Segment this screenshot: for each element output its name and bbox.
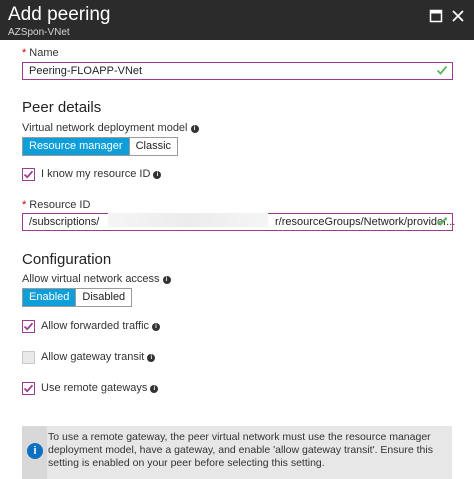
disabled-option[interactable]: Disabled [75, 289, 132, 306]
allow-vnet-access-label-text: Allow virtual network access [22, 273, 160, 285]
deployment-model-label: Virtual network deployment model i [22, 122, 199, 134]
maximize-icon[interactable] [429, 9, 443, 23]
resource-id-value-end: r/resourceGroups/Network/provider... [275, 216, 456, 228]
name-label: * Name [22, 47, 59, 59]
allow-vnet-access-label: Allow virtual network access i [22, 273, 171, 285]
check-icon [23, 322, 34, 331]
use-remote-gateways-label: Use remote gateways i [41, 382, 159, 394]
notice-text: To use a remote gateway, the peer virtua… [48, 431, 433, 469]
info-icon[interactable]: i [152, 323, 161, 331]
know-resource-id-label: I know my resource ID i [41, 168, 162, 180]
valid-check-icon [436, 65, 448, 75]
info-icon[interactable]: i [153, 171, 162, 179]
allow-gateway-transit-label: Allow gateway transit i [41, 351, 156, 363]
info-icon[interactable]: i [190, 125, 199, 133]
allow-gateway-transit-checkbox[interactable] [22, 351, 35, 364]
name-label-text: Name [29, 47, 59, 59]
valid-check-icon [436, 216, 448, 226]
remote-gateway-notice: i To use a remote gateway, the peer virt… [22, 426, 452, 479]
allow-forwarded-traffic-label-text: Allow forwarded traffic [41, 320, 150, 332]
info-icon: i [27, 443, 43, 459]
resource-id-label: * Resource ID [22, 199, 90, 211]
configuration-title: Configuration [22, 251, 112, 268]
resource-id-value-start: /subscriptions/ [29, 216, 100, 228]
know-resource-id-checkbox[interactable] [22, 168, 35, 181]
info-icon[interactable]: i [150, 385, 159, 393]
name-input[interactable]: Peering-FLOAPP-VNet [22, 62, 453, 80]
redacted-subscription-id [108, 213, 268, 227]
info-icon[interactable]: i [147, 354, 156, 362]
blade-header: Add peering AZSpon-VNet [0, 0, 474, 40]
use-remote-gateways-label-text: Use remote gateways [41, 382, 148, 394]
classic-option[interactable]: Classic [128, 138, 178, 155]
name-input-value: Peering-FLOAPP-VNet [29, 65, 143, 77]
required-marker: * [22, 47, 27, 59]
deployment-model-toggle: Resource manager Classic [22, 137, 179, 156]
resource-id-label-text: Resource ID [29, 199, 91, 211]
allow-forwarded-traffic-label: Allow forwarded traffic i [41, 320, 161, 332]
check-icon [23, 170, 34, 179]
allow-forwarded-traffic-checkbox[interactable] [22, 320, 35, 333]
check-icon [23, 384, 34, 393]
deployment-model-label-text: Virtual network deployment model [22, 122, 188, 134]
info-icon[interactable]: i [162, 276, 171, 284]
blade-subtitle: AZSpon-VNet [8, 27, 70, 38]
close-icon[interactable] [451, 9, 465, 23]
vnet-access-toggle: Enabled Disabled [22, 288, 133, 307]
use-remote-gateways-checkbox[interactable] [22, 382, 35, 395]
enabled-option[interactable]: Enabled [23, 289, 76, 306]
know-resource-id-label-text: I know my resource ID [41, 168, 151, 180]
allow-gateway-transit-label-text: Allow gateway transit [41, 351, 145, 363]
peer-details-title: Peer details [22, 99, 102, 116]
blade-title: Add peering [8, 4, 111, 25]
required-marker: * [22, 199, 27, 211]
resource-manager-option[interactable]: Resource manager [23, 138, 129, 155]
